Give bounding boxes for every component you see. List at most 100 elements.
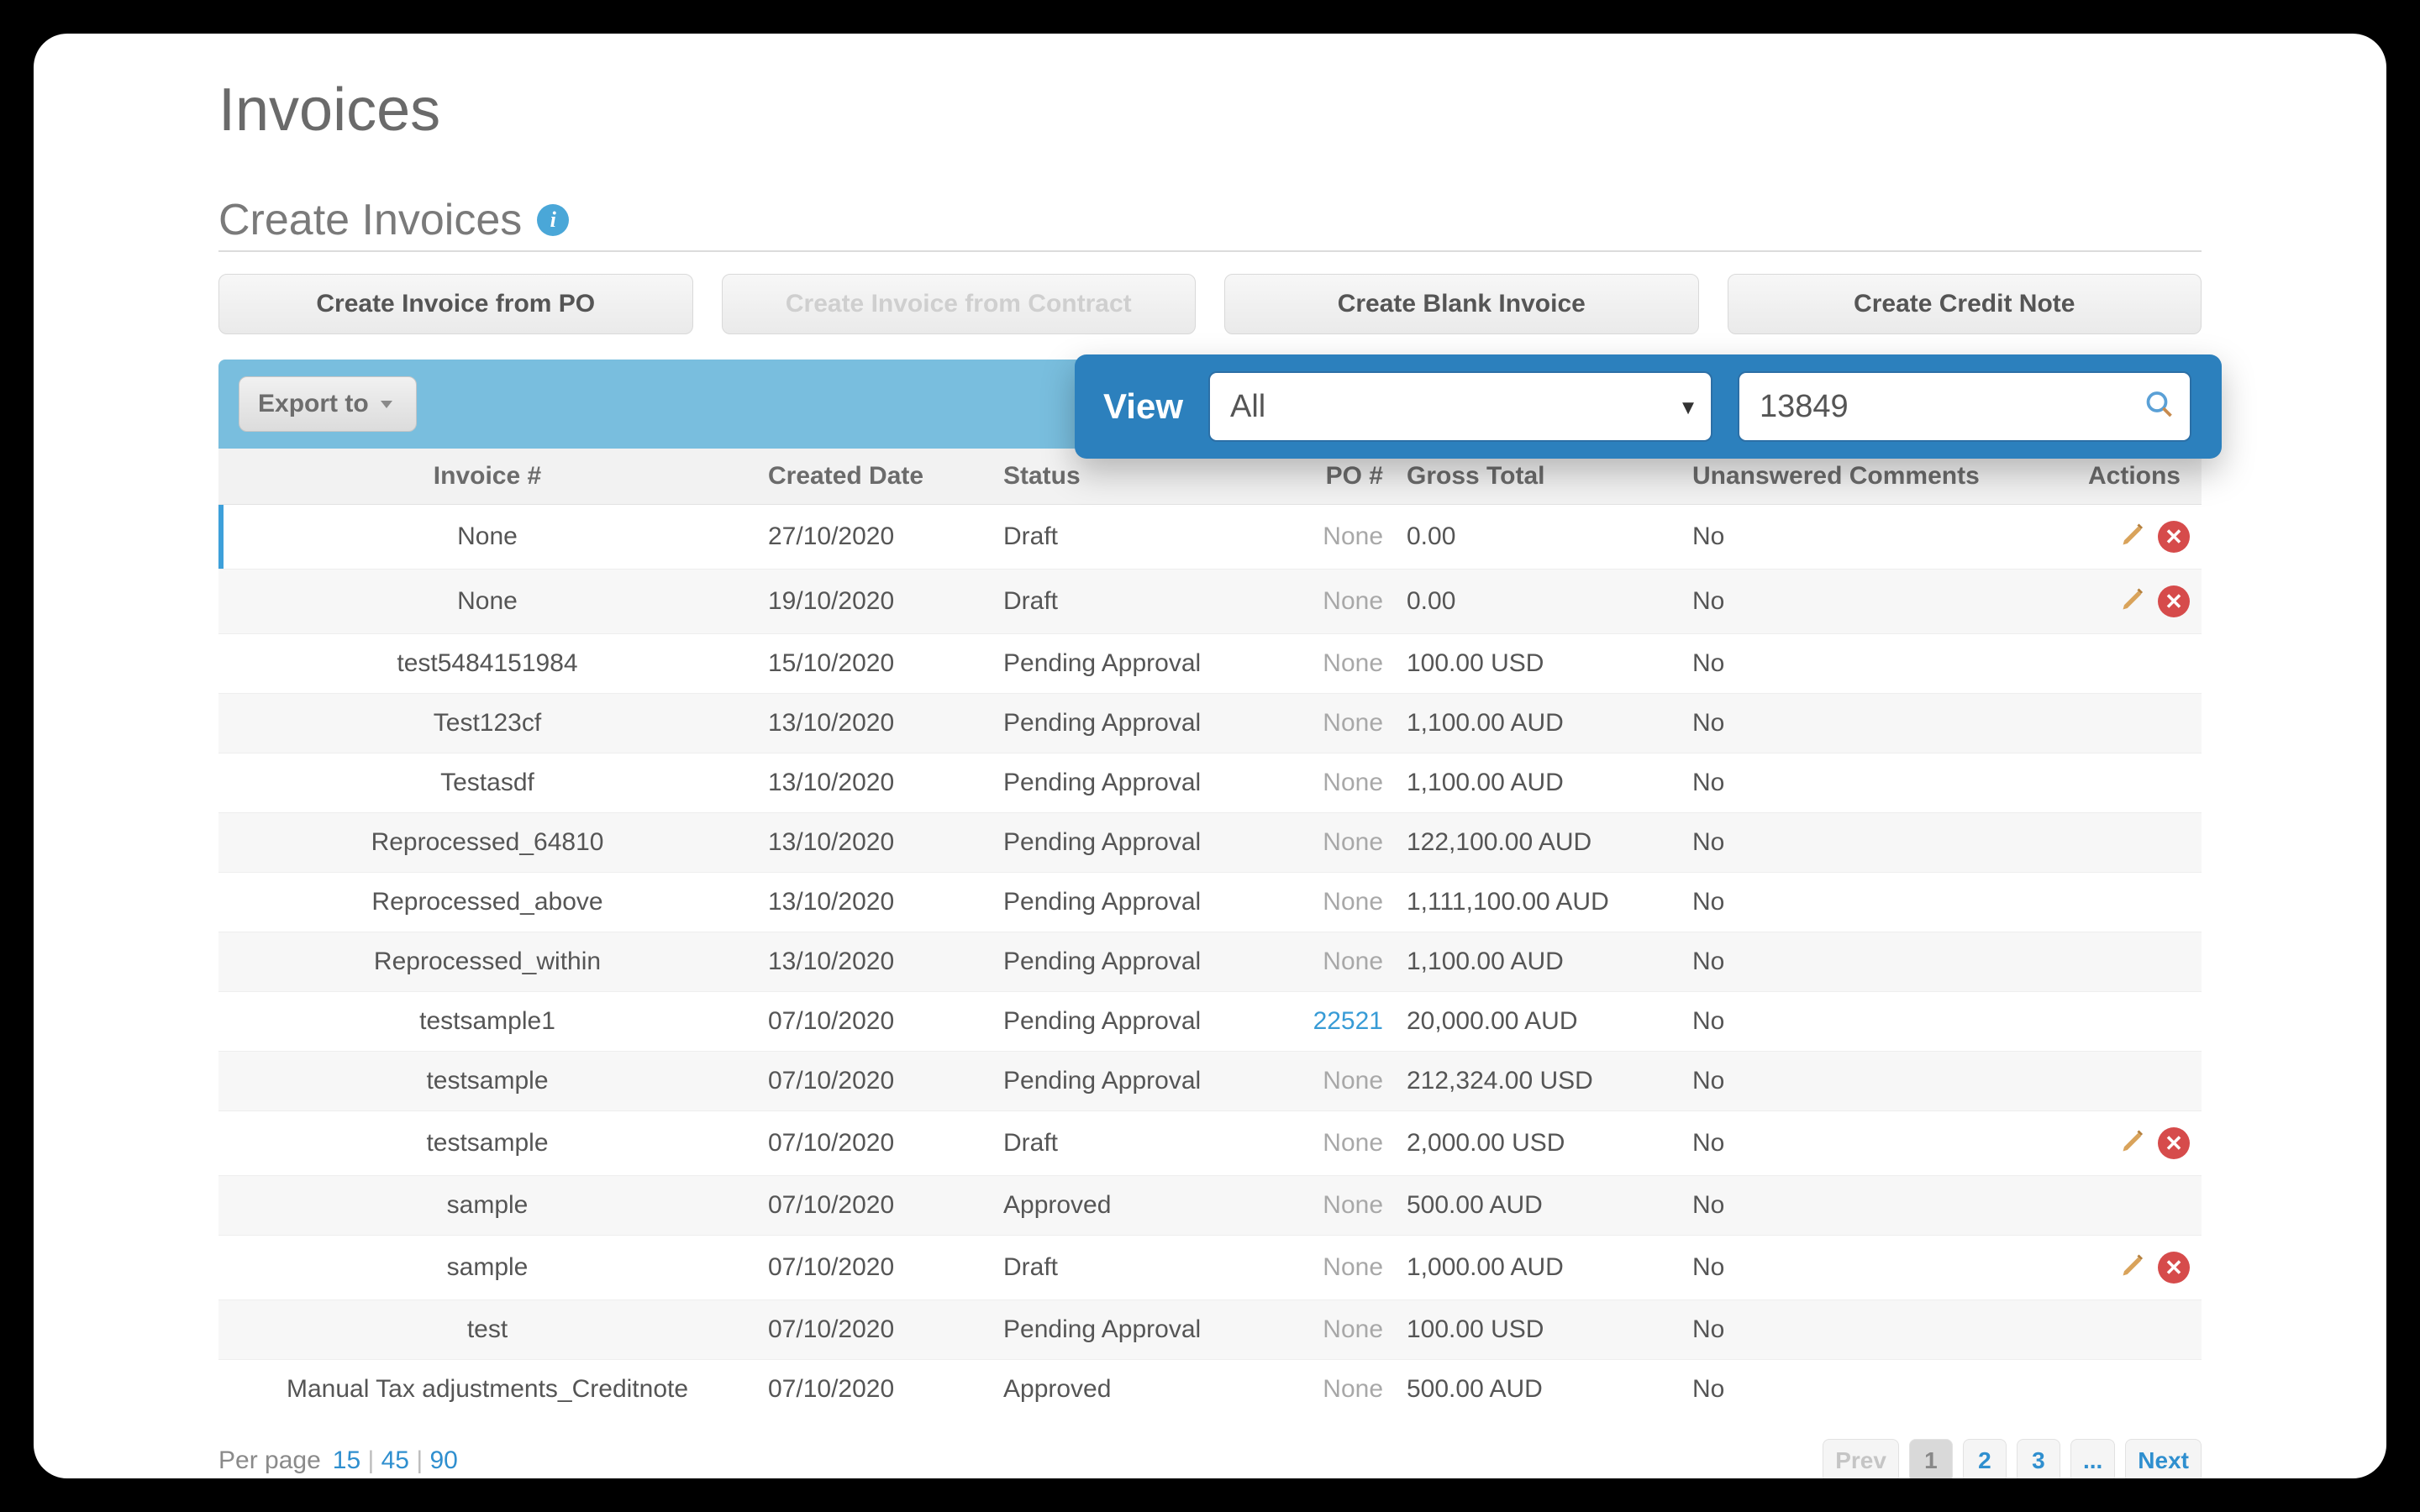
invoice-link[interactable]: testsample xyxy=(218,1111,756,1176)
separator: | xyxy=(360,1446,381,1474)
po-cell: None xyxy=(1277,813,1395,873)
invoice-link[interactable]: test xyxy=(218,1300,756,1360)
status-cell: Draft xyxy=(992,570,1277,634)
create-credit-note-button[interactable]: Create Credit Note xyxy=(1728,274,2202,334)
actions-cell xyxy=(2067,1360,2202,1420)
po-cell: None xyxy=(1277,1111,1395,1176)
unanswered-cell: No xyxy=(1681,873,2067,932)
invoices-window: Invoices Create Invoices i Create Invoic… xyxy=(34,34,2386,1478)
po-cell[interactable]: 22521 xyxy=(1277,992,1395,1052)
per-page-selector: Per page 15 | 45 | 90 xyxy=(218,1446,458,1475)
po-cell: None xyxy=(1277,505,1395,570)
created-date-cell: 15/10/2020 xyxy=(756,634,992,694)
invoice-link[interactable]: None xyxy=(218,570,756,634)
invoice-link[interactable]: sample xyxy=(218,1236,756,1300)
created-date-cell: 07/10/2020 xyxy=(756,1236,992,1300)
invoice-link[interactable]: Test123cf xyxy=(218,694,756,753)
divider xyxy=(218,250,2202,252)
page-button[interactable]: 2 xyxy=(1963,1439,2007,1478)
invoice-link[interactable]: None xyxy=(218,505,756,570)
gross-total-cell: 1,100.00 AUD xyxy=(1395,694,1681,753)
edit-icon[interactable] xyxy=(2119,518,2149,555)
status-cell: Pending Approval xyxy=(992,1052,1277,1111)
po-cell: None xyxy=(1277,1052,1395,1111)
create-blank-invoice-button[interactable]: Create Blank Invoice xyxy=(1224,274,1699,334)
gross-total-cell: 1,111,100.00 AUD xyxy=(1395,873,1681,932)
gross-total-cell: 0.00 xyxy=(1395,505,1681,570)
invoice-link[interactable]: Manual Tax adjustments_Creditnote xyxy=(218,1360,756,1420)
gross-total-cell: 122,100.00 AUD xyxy=(1395,813,1681,873)
actions-cell xyxy=(2067,873,2202,932)
actions-cell xyxy=(2067,753,2202,813)
created-date-cell: 07/10/2020 xyxy=(756,1176,992,1236)
actions-cell: ✕ xyxy=(2067,570,2202,634)
status-cell: Pending Approval xyxy=(992,992,1277,1052)
status-cell: Draft xyxy=(992,1111,1277,1176)
edit-icon[interactable] xyxy=(2119,1125,2149,1162)
actions-cell: ✕ xyxy=(2067,1111,2202,1176)
search-input[interactable] xyxy=(1738,371,2191,442)
created-date-cell: 19/10/2020 xyxy=(756,570,992,634)
per-page-option[interactable]: 15 xyxy=(333,1446,360,1474)
actions-cell xyxy=(2067,694,2202,753)
created-date-cell: 07/10/2020 xyxy=(756,1360,992,1420)
status-cell: Pending Approval xyxy=(992,1300,1277,1360)
create-invoice-from-po-button[interactable]: Create Invoice from PO xyxy=(218,274,693,334)
edit-icon[interactable] xyxy=(2119,1249,2149,1286)
view-select[interactable]: All xyxy=(1208,371,1712,442)
page-button[interactable]: ... xyxy=(2070,1439,2115,1478)
per-page-option[interactable]: 90 xyxy=(429,1446,457,1474)
invoice-link[interactable]: test5484151984 xyxy=(218,634,756,694)
search-icon[interactable] xyxy=(2144,390,2175,424)
po-cell: None xyxy=(1277,753,1395,813)
edit-icon[interactable] xyxy=(2119,583,2149,620)
status-cell: Approved xyxy=(992,1360,1277,1420)
header-created-date[interactable]: Created Date xyxy=(756,449,992,505)
created-date-cell: 13/10/2020 xyxy=(756,694,992,753)
gross-total-cell: 1,000.00 AUD xyxy=(1395,1236,1681,1300)
unanswered-cell: No xyxy=(1681,753,2067,813)
actions-cell xyxy=(2067,1052,2202,1111)
po-cell: None xyxy=(1277,1236,1395,1300)
delete-icon[interactable]: ✕ xyxy=(2158,585,2190,617)
created-date-cell: 07/10/2020 xyxy=(756,1111,992,1176)
next-button[interactable]: Next xyxy=(2125,1439,2202,1478)
gross-total-cell: 100.00 USD xyxy=(1395,634,1681,694)
table-row: Manual Tax adjustments_Creditnote07/10/2… xyxy=(218,1360,2202,1420)
gross-total-cell: 0.00 xyxy=(1395,570,1681,634)
header-invoice[interactable]: Invoice # xyxy=(218,449,756,505)
table-row: Reprocessed_6481013/10/2020Pending Appro… xyxy=(218,813,2202,873)
info-icon[interactable]: i xyxy=(537,204,569,236)
invoice-link[interactable]: testsample1 xyxy=(218,992,756,1052)
section-title: Create Invoices xyxy=(218,195,522,245)
gross-total-cell: 1,100.00 AUD xyxy=(1395,753,1681,813)
invoice-link[interactable]: Reprocessed_64810 xyxy=(218,813,756,873)
invoice-link[interactable]: Reprocessed_within xyxy=(218,932,756,992)
created-date-cell: 07/10/2020 xyxy=(756,1052,992,1111)
status-cell: Pending Approval xyxy=(992,634,1277,694)
invoices-table: Invoice # Created Date Status PO # Gross… xyxy=(218,449,2202,1419)
unanswered-cell: No xyxy=(1681,694,2067,753)
po-cell: None xyxy=(1277,1360,1395,1420)
export-to-dropdown[interactable]: Export to xyxy=(239,376,417,432)
created-date-cell: 13/10/2020 xyxy=(756,873,992,932)
per-page-option[interactable]: 45 xyxy=(381,1446,409,1474)
delete-icon[interactable]: ✕ xyxy=(2158,521,2190,553)
table-row: testsample107/10/2020Pending Approval225… xyxy=(218,992,2202,1052)
per-page-label: Per page xyxy=(218,1446,321,1475)
invoice-link[interactable]: sample xyxy=(218,1176,756,1236)
gross-total-cell: 500.00 AUD xyxy=(1395,1360,1681,1420)
table-row: Reprocessed_above13/10/2020Pending Appro… xyxy=(218,873,2202,932)
actions-cell xyxy=(2067,992,2202,1052)
invoice-link[interactable]: testsample xyxy=(218,1052,756,1111)
po-cell: None xyxy=(1277,570,1395,634)
status-cell: Pending Approval xyxy=(992,932,1277,992)
page-button[interactable]: 3 xyxy=(2017,1439,2060,1478)
invoice-link[interactable]: Reprocessed_above xyxy=(218,873,756,932)
invoice-link[interactable]: Testasdf xyxy=(218,753,756,813)
delete-icon[interactable]: ✕ xyxy=(2158,1127,2190,1159)
po-cell: None xyxy=(1277,634,1395,694)
unanswered-cell: No xyxy=(1681,1111,2067,1176)
delete-icon[interactable]: ✕ xyxy=(2158,1252,2190,1284)
po-cell: None xyxy=(1277,1176,1395,1236)
